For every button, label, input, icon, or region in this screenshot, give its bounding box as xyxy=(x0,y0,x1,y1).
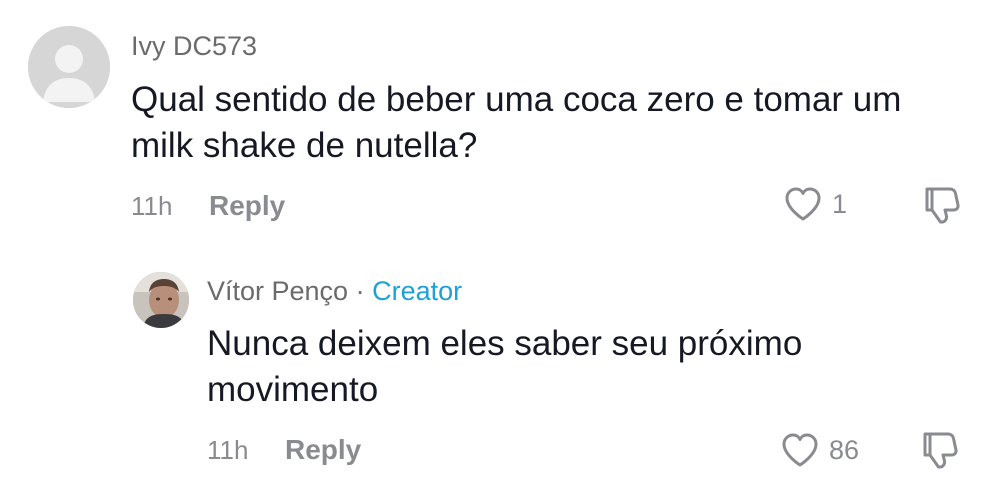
comment-like-button[interactable]: 1 xyxy=(784,186,847,222)
default-avatar-icon xyxy=(28,26,110,108)
commenter-username[interactable]: Ivy DC573 xyxy=(131,33,257,60)
creator-avatar[interactable] xyxy=(133,272,189,328)
heart-outline-icon xyxy=(785,187,821,221)
reply-timestamp: 11h xyxy=(207,435,249,465)
comment-text: Qual sentido de beber uma coca zero e to… xyxy=(131,77,901,169)
reply-like-count: 86 xyxy=(829,434,860,465)
comment-dislike-button[interactable] xyxy=(920,185,962,230)
reply-text-line-1: Nunca deixem eles saber seu próximo xyxy=(207,324,803,363)
reply-text: Nunca deixem eles saber seu próximo movi… xyxy=(207,321,802,413)
reply-dislike-button[interactable] xyxy=(918,430,960,475)
creator-username[interactable]: Vítor Penço xyxy=(207,276,348,306)
comment-text-line-2: milk shake de nutella? xyxy=(131,126,478,165)
comment-text-line-1: Qual sentido de beber uma coca zero e to… xyxy=(131,80,902,119)
thumbs-down-outline-icon xyxy=(923,432,958,469)
thumbs-down-outline-icon xyxy=(925,187,960,224)
commenter-avatar[interactable] xyxy=(28,26,110,108)
reply-like-button[interactable]: 86 xyxy=(781,432,859,468)
reply-reply-button[interactable]: Reply xyxy=(285,436,361,464)
comment-reply-button[interactable]: Reply xyxy=(209,192,285,220)
reply-username-row: Vítor Penço · Creator xyxy=(207,278,462,305)
separator-dot: · xyxy=(355,276,365,306)
reply-text-line-2: movimento xyxy=(207,370,379,409)
comment-like-count: 1 xyxy=(832,188,848,219)
creator-profile-photo xyxy=(133,272,189,328)
comment-timestamp: 11h xyxy=(131,191,173,221)
creator-badge: Creator xyxy=(372,276,463,306)
heart-outline-icon xyxy=(782,433,818,467)
